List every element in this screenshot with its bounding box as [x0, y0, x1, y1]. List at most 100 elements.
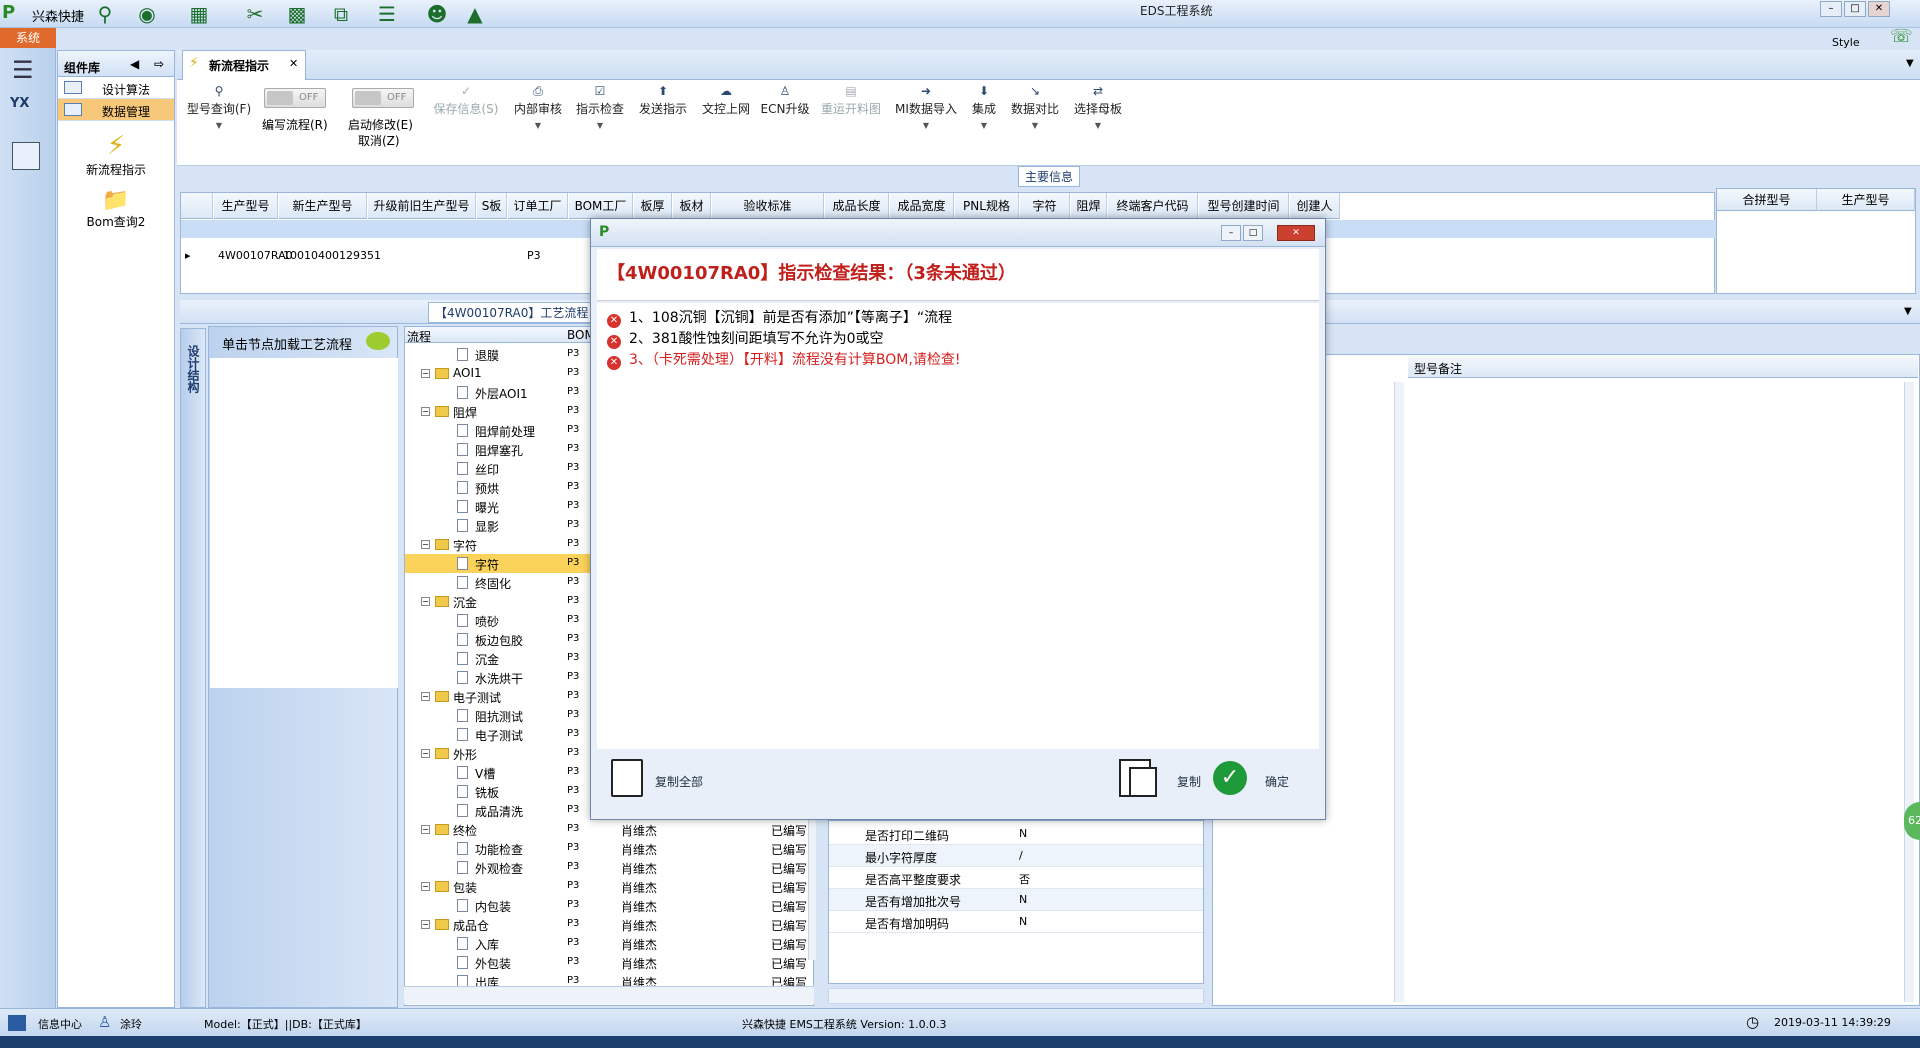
collapse-icon[interactable]: − — [421, 369, 430, 378]
lib-item-data-management[interactable]: 数据管理 — [58, 99, 174, 121]
collapse-icon[interactable]: − — [421, 882, 430, 891]
search-icon[interactable]: ⚲ — [92, 2, 118, 26]
column-header[interactable]: 生产型号 — [214, 193, 278, 219]
select-mother-board-button[interactable]: ⇄ 选择母板 ▼ — [1070, 84, 1126, 130]
column-header[interactable]: 验收标准 — [712, 193, 824, 219]
style-menu[interactable]: Style — [1832, 36, 1860, 49]
column-header[interactable]: 新生产型号 — [279, 193, 367, 219]
tab-dropdown-icon[interactable]: ▼ — [1906, 58, 1914, 69]
internal-review-button[interactable]: ⎙ 内部审核 ▼ — [510, 84, 566, 130]
phone-icon[interactable]: ☏ — [1890, 26, 1913, 47]
collapse-icon[interactable]: − — [421, 597, 430, 606]
copy-button[interactable]: 复制 — [1119, 753, 1205, 799]
dropdown-icon[interactable]: ▼ — [892, 121, 960, 130]
list-icon[interactable]: ☰ — [374, 2, 400, 26]
tree-row[interactable]: 外包装 P3 肖维杰 已编写 — [405, 953, 813, 972]
column-header[interactable]: 终端客户代码 — [1108, 193, 1198, 219]
scissors-icon[interactable]: ✂ — [242, 2, 268, 26]
maximize-icon[interactable]: □ — [1844, 1, 1866, 17]
column-header[interactable]: 成品宽度 — [890, 193, 954, 219]
cell-new-model[interactable]: 10010400129351 — [279, 247, 381, 265]
column-header[interactable]: 生产型号 — [1817, 189, 1915, 211]
property-row[interactable]: 是否打印二维码 N — [829, 823, 1203, 845]
property-horizontal-scrollbar[interactable] — [828, 988, 1204, 1004]
windows-icon[interactable] — [8, 1015, 26, 1031]
dropdown-icon[interactable]: ▼ — [1070, 121, 1126, 130]
tree-row[interactable]: 入库 P3 肖维杰 已编写 — [405, 934, 813, 953]
dialog-restore-icon[interactable]: □ — [1243, 225, 1263, 241]
property-value[interactable]: N — [1019, 893, 1027, 906]
column-header[interactable]: BOM工厂 — [569, 193, 633, 219]
dialog-close-icon[interactable]: ✕ — [1277, 225, 1315, 241]
chart-icon[interactable]: ▲ — [462, 2, 488, 26]
collapse-icon[interactable]: − — [421, 749, 430, 758]
save-info-button[interactable]: ✓ 保存信息(S) — [430, 84, 502, 117]
list-item[interactable]: ✕ 2、381酸性蚀刻间距填写不允许为0或空 — [607, 328, 884, 349]
tree-row[interactable]: − 包装 P3 肖维杰 已编写 — [405, 877, 813, 896]
data-compare-button[interactable]: ↘ 数据对比 ▼ — [1008, 84, 1062, 130]
column-header[interactable]: 合拼型号 — [1717, 189, 1817, 211]
property-row[interactable]: 是否有增加明码 N — [829, 911, 1203, 933]
column-header[interactable]: 订单工厂 — [508, 193, 568, 219]
cell-factory[interactable]: P3 — [523, 247, 541, 265]
tree-row[interactable]: 内包装 P3 肖维杰 已编写 — [405, 896, 813, 915]
info-center-link[interactable]: 信息中心 — [38, 1016, 82, 1032]
calculator-icon[interactable] — [12, 142, 40, 170]
property-value[interactable]: N — [1019, 827, 1027, 840]
yx-logo-icon[interactable]: YX — [10, 96, 42, 126]
list-item[interactable]: ✕ 1、108沉铜【沉铜】前是否有添加”【等离子】“流程 — [607, 307, 952, 328]
user-icon[interactable]: ☻ — [424, 2, 450, 26]
film-icon[interactable]: ▩ — [284, 2, 310, 26]
tree-col-process[interactable]: 流程 — [407, 328, 431, 345]
column-header[interactable]: 板厚 — [634, 193, 672, 219]
vertical-tab-design-structure[interactable]: 设计结构 — [180, 328, 206, 1008]
list-item[interactable]: ✕ 3、（卡死需处理）【开料】流程没有计算BOM,请检查! — [607, 349, 960, 370]
model-query-button[interactable]: ⚲ 型号查询(F) ▼ — [184, 84, 254, 130]
column-header[interactable]: 创建人 — [1290, 193, 1340, 219]
doc-online-button[interactable]: ☁ 文控上网 — [698, 84, 754, 117]
column-header[interactable]: 字符 — [1020, 193, 1070, 219]
collapse-icon[interactable]: − — [421, 540, 430, 549]
property-row[interactable]: 是否有增加批次号 N — [829, 889, 1203, 911]
close-icon[interactable]: ✕ — [1868, 1, 1890, 17]
system-menu[interactable]: 系统 — [0, 28, 56, 48]
cutting-chart-button[interactable]: ▤ 重运开料图 — [818, 84, 884, 117]
integrate-button[interactable]: ⬇ 集成 ▼ — [966, 84, 1002, 130]
tab-close-icon[interactable]: ✕ — [289, 57, 298, 70]
pin-icon[interactable]: ⇨ — [154, 57, 164, 71]
globe-icon[interactable]: ◉ — [134, 2, 160, 26]
dropdown-icon[interactable]: ▼ — [1008, 121, 1062, 130]
start-modify-toggle[interactable]: OFF — [352, 88, 414, 108]
column-header[interactable]: 升级前旧生产型号 — [368, 193, 476, 219]
column-header[interactable]: 型号创建时间 — [1199, 193, 1289, 219]
property-row[interactable]: 最小字符厚度 / — [829, 845, 1203, 867]
column-header[interactable]: S板 — [477, 193, 507, 219]
tile-new-process[interactable]: ⚡ 新流程指示 — [58, 131, 174, 178]
minimize-icon[interactable]: – — [1820, 1, 1842, 17]
collapse-icon[interactable]: − — [421, 692, 430, 701]
tree-horizontal-scrollbar[interactable] — [404, 986, 814, 1004]
send-instruction-button[interactable]: ⬆ 发送指示 — [634, 84, 692, 117]
mi-import-button[interactable]: ➜ MI数据导入 ▼ — [892, 84, 960, 130]
write-process-toggle[interactable]: OFF — [264, 88, 326, 108]
right-pane-scrollbar[interactable] — [1394, 382, 1404, 1002]
dropdown-icon[interactable]: ▼ — [510, 121, 566, 130]
collapse-icon[interactable]: − — [421, 920, 430, 929]
tree-row[interactable]: 外观检查 P3 肖维杰 已编写 — [405, 858, 813, 877]
collapse-left-icon[interactable]: ◀ — [130, 57, 139, 71]
column-header[interactable]: 阻焊 — [1071, 193, 1107, 219]
collapse-icon[interactable]: − — [421, 407, 430, 416]
property-value[interactable]: 否 — [1019, 871, 1030, 887]
collapse-icon[interactable]: − — [421, 825, 430, 834]
dialog-title-bar[interactable]: P – □ ✕ — [591, 219, 1325, 247]
property-value[interactable]: / — [1019, 849, 1023, 862]
column-header[interactable]: 板材 — [673, 193, 711, 219]
tab-new-process[interactable]: ⚡ 新流程指示 ✕ — [182, 50, 306, 80]
cancel-label[interactable]: 取消(Z) — [358, 132, 400, 149]
instruction-check-button[interactable]: ☑ 指示检查 ▼ — [572, 84, 628, 130]
property-row[interactable]: 是否高平整度要求 否 — [829, 867, 1203, 889]
copy-icon[interactable]: ⧉ — [328, 2, 354, 26]
tree-row[interactable]: − 成品仓 P3 肖维杰 已编写 — [405, 915, 813, 934]
hamburger-icon[interactable]: ☰ — [12, 56, 34, 84]
column-header[interactable]: PNL规格 — [955, 193, 1019, 219]
